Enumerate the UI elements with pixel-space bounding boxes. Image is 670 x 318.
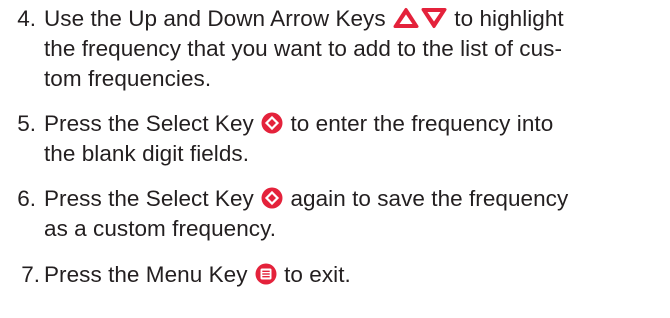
step-line: tom frequencies. (44, 66, 212, 91)
step-text: Use the Up and Down Arrow Keys to highli… (44, 4, 654, 94)
step-text: Press the Select Key to enter the freque… (44, 109, 654, 169)
step-number: 4. (17, 6, 36, 31)
step-text: Press the Select Key again to save the f… (44, 184, 654, 244)
select-key-icon (261, 112, 283, 134)
step-number: 5. (17, 111, 36, 136)
step-line: Press the Select Key to enter the freque… (44, 111, 554, 136)
step-text: Press the Menu Key to exit. (44, 260, 654, 290)
up-arrow-key-icon (393, 7, 419, 29)
menu-key-icon (255, 263, 277, 285)
step-line: Press the Menu Key to exit. (44, 262, 351, 287)
step-line: Use the Up and Down Arrow Keys to highli… (44, 6, 564, 31)
step-line: the blank digit fields. (44, 141, 250, 166)
select-key-icon (261, 187, 283, 209)
step-line: Press the Select Key again to save the f… (44, 186, 569, 211)
step-line: the frequency that you want to add to th… (44, 36, 563, 61)
down-arrow-key-icon (421, 7, 447, 29)
instruction-steps: 4. Use the Up and Down Arrow Keys to hig… (0, 0, 670, 318)
step-number: 7. (21, 262, 40, 287)
step-number: 6. (17, 186, 36, 211)
step-line: as a custom frequency. (44, 216, 277, 241)
